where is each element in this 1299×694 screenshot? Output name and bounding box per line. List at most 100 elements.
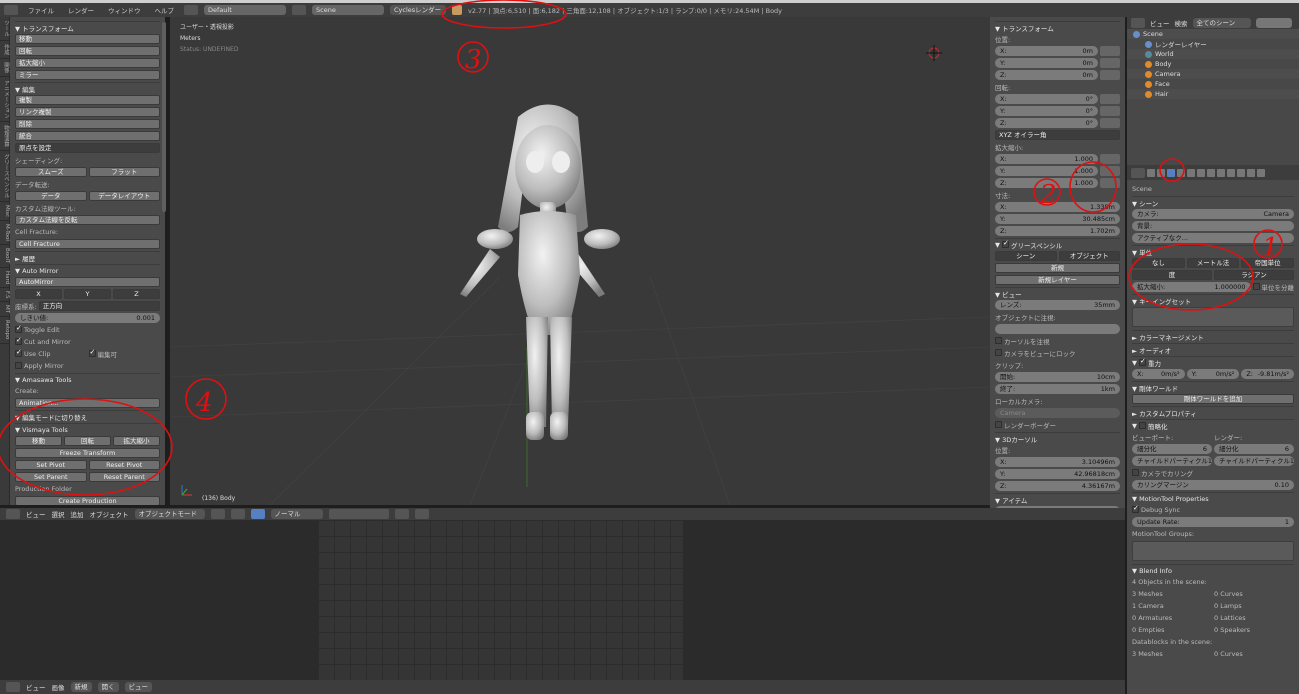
panel-header[interactable]: ▼ 剛体ワールド (1132, 381, 1294, 393)
tab-modifiers-icon[interactable] (1207, 168, 1215, 177)
button-reset-parent[interactable]: Reset Parent (88, 471, 160, 482)
menu-window[interactable]: ウィンドウ (104, 5, 145, 15)
value-field[interactable]: チャイルドパーティクル1.000 (1132, 455, 1212, 466)
panel-header[interactable]: ▼ 編集 (15, 82, 160, 94)
value-field[interactable]: X: 1.000 (995, 153, 1098, 164)
lock-toggle-icon[interactable] (1100, 57, 1120, 68)
lock-toggle-icon[interactable] (1100, 117, 1120, 128)
panel-header[interactable]: ▼ MotionTool Properties (1132, 492, 1294, 503)
value-field[interactable]: Z: -9.81m/s² (1241, 368, 1295, 379)
outliner-item[interactable]: World (1127, 49, 1299, 59)
shading-icon[interactable] (210, 509, 225, 519)
segment-option[interactable]: 帝国単位 (1241, 257, 1295, 268)
tab-particles-icon[interactable] (1247, 168, 1255, 177)
button-cell-fracture[interactable]: Cell Fracture (15, 238, 160, 249)
panel-header[interactable]: ▼ キーイングセット (1132, 294, 1294, 306)
segment-option[interactable]: オブジェクト (1058, 250, 1120, 261)
editor-type-icon[interactable] (4, 5, 18, 15)
value-field[interactable]: 背景: (1132, 220, 1294, 231)
panel-enable-checkbox[interactable] (1002, 239, 1009, 248)
dropdown-select[interactable]: 原点を設定 (15, 142, 160, 153)
value-field[interactable]: 細分化 6 (1214, 443, 1294, 454)
panel-header[interactable]: ▼ トランスフォーム (15, 21, 160, 33)
value-field[interactable]: 拡大縮小: 1.000000 (1132, 281, 1251, 292)
panel-header[interactable]: ▼ Amasawa Tools (15, 373, 160, 384)
value-field[interactable]: Y: 0m (995, 57, 1098, 68)
checkbox[interactable] (995, 349, 1002, 356)
lock-toggle-icon[interactable] (1100, 153, 1120, 164)
tab-render-icon[interactable] (1147, 168, 1155, 177)
lock-toggle-icon[interactable] (1100, 177, 1120, 188)
tool-shelf-scrollbar[interactable] (162, 22, 166, 212)
checkbox[interactable] (15, 336, 22, 345)
outliner-display-select[interactable]: 全てのシーン (1192, 18, 1251, 28)
value-field[interactable]: X: 3.10496m (995, 456, 1120, 467)
list-box[interactable] (1132, 541, 1294, 561)
tab-scene-icon[interactable] (1167, 168, 1175, 177)
panel-header[interactable]: ▼ トランスフォーム (995, 21, 1120, 33)
panel-header[interactable]: ► オーディオ (1132, 343, 1294, 355)
pivot-icon[interactable] (230, 509, 245, 519)
tab-material-icon[interactable] (1227, 168, 1235, 177)
checkbox[interactable] (995, 421, 1002, 428)
lock-toggle-icon[interactable] (1100, 93, 1120, 104)
segment-option[interactable]: 度 (1132, 269, 1212, 280)
panel-header[interactable]: ▼ Blend Info (1132, 564, 1294, 575)
outliner-menu-search[interactable]: 検索 (1175, 18, 1188, 28)
button-item[interactable]: 新規レイヤー (995, 274, 1120, 285)
outliner-item[interactable]: Face (1127, 79, 1299, 89)
panel-header[interactable]: ▼ アイテム (995, 493, 1120, 505)
button-item[interactable]: 拡大縮小 (15, 57, 160, 68)
button-item[interactable]: カスタム法線を反転 (15, 214, 160, 225)
value-field[interactable]: X: 0m/s² (1132, 368, 1185, 379)
layers-icon[interactable] (328, 509, 389, 519)
button-automirror[interactable]: AutoMirror (15, 276, 160, 287)
panel-header[interactable]: ► カラーマネージメント (1132, 330, 1294, 342)
outliner-menu-view[interactable]: ビュー (1150, 18, 1170, 28)
outliner-item[interactable]: レンダーレイヤー (1127, 39, 1299, 49)
button-item[interactable]: 回転 (64, 435, 111, 446)
tab-item[interactable]: 関係 (0, 59, 10, 77)
menu-select[interactable]: 選択 (52, 509, 65, 519)
disclosure-icon[interactable]: ▼ (1132, 359, 1137, 367)
tab-hard[interactable]: Hard (0, 268, 10, 288)
outliner-search-input[interactable] (1255, 18, 1292, 28)
tab-boolt[interactable]: BoolT (0, 245, 10, 268)
value-field[interactable]: Z: 1.000 (995, 177, 1098, 188)
value-field[interactable]: Y: 30.485cm (995, 213, 1120, 224)
panel-header[interactable]: ► カスタムプロパティ (1132, 406, 1294, 418)
editor-type-icon[interactable] (6, 682, 20, 692)
button-freeze-transform[interactable]: Freeze Transform (15, 447, 160, 458)
panel-header[interactable]: ▼ 単位 (1132, 245, 1294, 257)
tab-texture-icon[interactable] (1237, 168, 1245, 177)
value-field[interactable]: X: 0m (995, 45, 1098, 56)
tab-item[interactable]: ツール (0, 17, 10, 41)
button-item[interactable]: 剛体ワールドを追加 (1132, 393, 1294, 404)
value-field[interactable]: しきい値: 0.001 (15, 312, 160, 323)
value-field[interactable]: X: 1.338m (995, 201, 1120, 212)
button-item[interactable]: リンク複製 (15, 106, 160, 117)
disclosure-icon[interactable]: ▼ (1132, 422, 1137, 430)
panel-header[interactable]: ▼ シーン (1132, 196, 1294, 208)
button-item[interactable]: 複製 (15, 94, 160, 105)
layout-select[interactable]: Default (204, 5, 286, 15)
outliner-editor-icon[interactable] (1131, 18, 1145, 28)
lock-toggle-icon[interactable] (1100, 105, 1120, 116)
value-field[interactable]: レンズ: 35mm (995, 299, 1120, 310)
panel-header[interactable]: ▼ Vismaya Tools (15, 423, 160, 434)
button-item[interactable]: スムーズ (15, 166, 87, 177)
render-engine-select[interactable]: Cyclesレンダー (390, 5, 446, 15)
segment-option[interactable]: Z (113, 288, 160, 299)
checkbox[interactable] (15, 324, 22, 333)
button-item[interactable]: フラット (88, 166, 160, 177)
panel-enable-checkbox[interactable] (1139, 422, 1146, 429)
tab-item[interactable]: グリースペンシル (0, 151, 10, 202)
panel-header[interactable]: ▼ ビュー (995, 287, 1120, 299)
button-item[interactable]: データレイアウト (88, 190, 160, 201)
lock-toggle-icon[interactable] (1100, 45, 1120, 56)
outliner-item[interactable]: Camera (1127, 69, 1299, 79)
disclosure-icon[interactable]: ▼ (995, 241, 1000, 249)
tab-data-icon[interactable] (1217, 168, 1225, 177)
checkbox[interactable] (1132, 469, 1139, 476)
button-create-production[interactable]: Create Production (15, 495, 160, 505)
